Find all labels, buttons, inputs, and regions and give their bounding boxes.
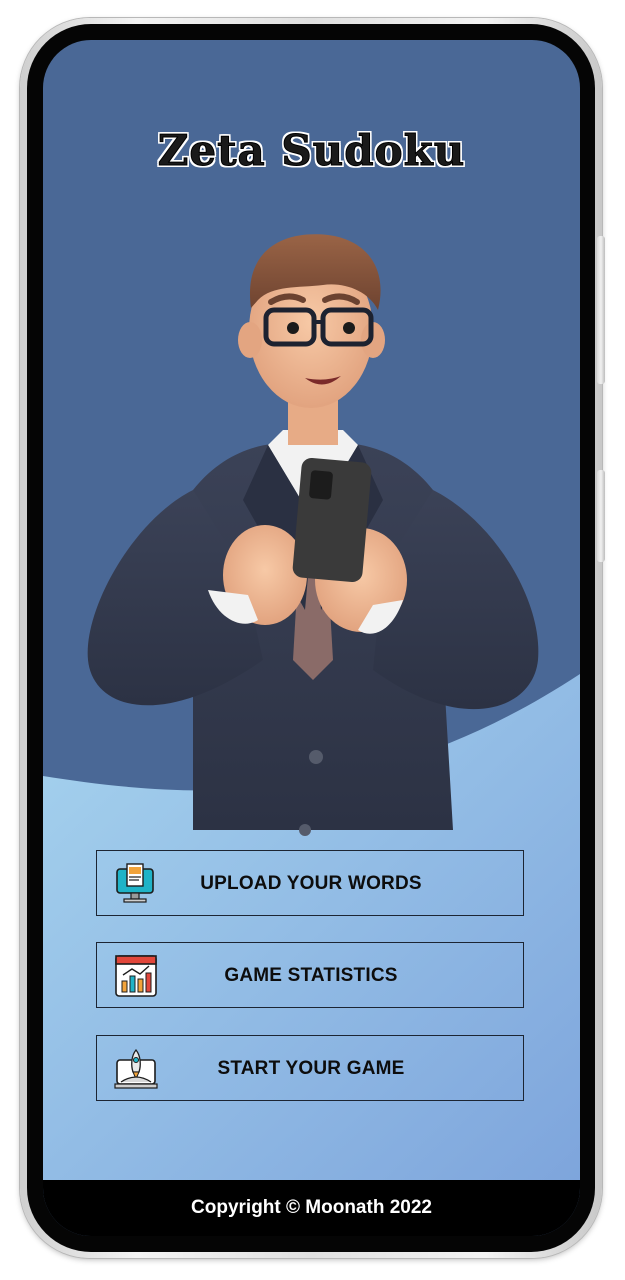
game-statistics-label: GAME STATISTICS <box>224 965 398 986</box>
volume-button <box>597 236 605 384</box>
app-title: Zeta Sudoku <box>157 126 466 176</box>
copyright-footer: Copyright © Moonath 2022 <box>43 1180 580 1236</box>
start-your-game-label: START YOUR GAME <box>217 1058 405 1079</box>
upload-your-words-label: UPLOAD YOUR WORDS <box>200 873 422 894</box>
hero-character-image <box>87 234 539 836</box>
page: Zeta Sudoku UPLOAD YOUR WORDS GAME STATI… <box>0 0 625 1280</box>
upload-your-words-button[interactable]: UPLOAD YOUR WORDS <box>96 850 524 916</box>
start-your-game-button[interactable]: START YOUR GAME <box>96 1035 524 1101</box>
app-screen: Zeta Sudoku UPLOAD YOUR WORDS GAME STATI… <box>43 40 580 1236</box>
game-statistics-button[interactable]: GAME STATISTICS <box>96 942 524 1008</box>
power-button <box>597 470 605 562</box>
